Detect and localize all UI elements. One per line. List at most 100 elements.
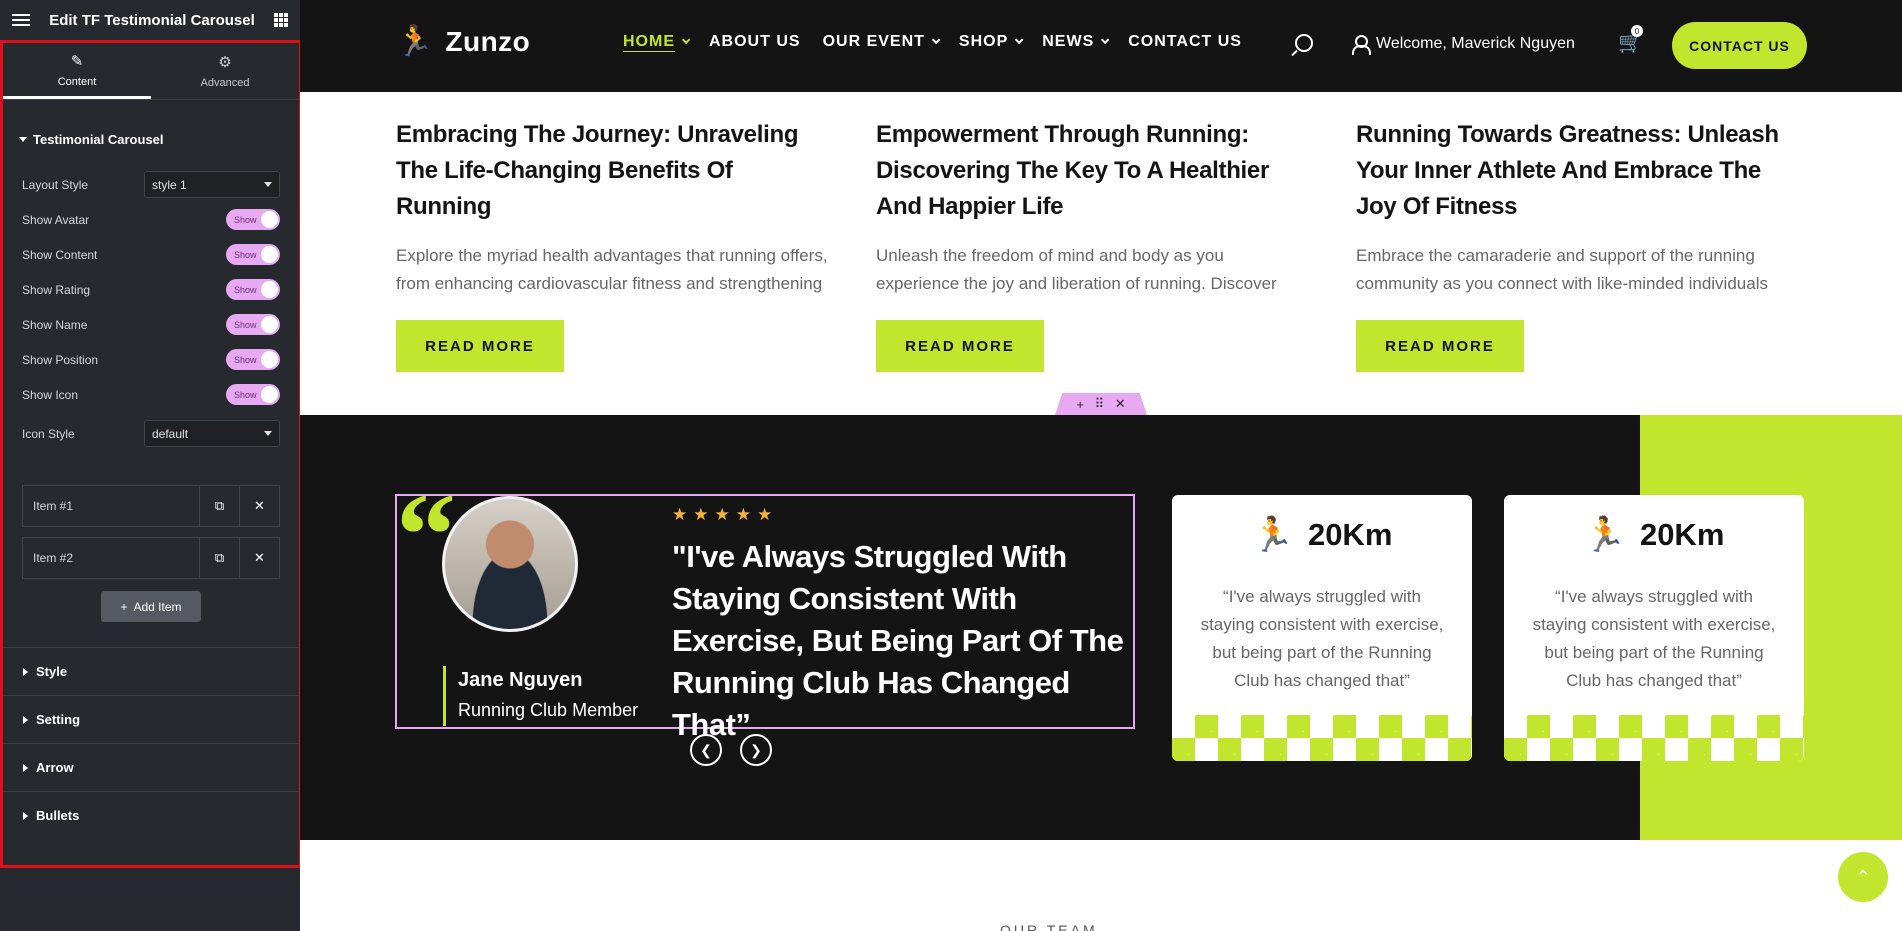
editor-panel: Edit TF Testimonial Carousel ✎ Content ⚙… <box>0 0 302 931</box>
site-logo[interactable]: 🏃 Zunzo <box>396 24 530 59</box>
remove-icon[interactable]: ✕ <box>239 538 279 578</box>
add-section-icon[interactable]: + <box>1076 397 1084 412</box>
nav-item-contact[interactable]: CONTACT US <box>1128 33 1242 51</box>
nav-label: CONTACT US <box>1128 33 1242 50</box>
duplicate-icon[interactable]: ⧉ <box>199 486 239 526</box>
tab-content[interactable]: ✎ Content <box>3 43 151 99</box>
testimonial-quote: "I've Always Struggled With Staying Cons… <box>672 539 1124 742</box>
repeater-item[interactable]: Item #2 ⧉ ✕ <box>22 537 280 579</box>
show-icon-toggle[interactable]: Show <box>226 384 280 405</box>
hamburger-menu-icon[interactable] <box>12 14 30 26</box>
repeater-item-label[interactable]: Item #2 <box>23 538 199 578</box>
stat-card-head: 🏃 20Km <box>1504 515 1804 555</box>
toggle-label: Show Rating <box>22 282 91 297</box>
search-icon[interactable] <box>1295 34 1313 52</box>
runner-icon: 🏃 <box>1251 516 1294 554</box>
show-avatar-control: Show Avatar Show <box>3 202 299 237</box>
stat-card-head: 🏃 20Km <box>1172 515 1472 555</box>
runner-logo-icon: 🏃 <box>396 25 434 58</box>
read-more-button[interactable]: READ MORE <box>876 320 1044 372</box>
delete-section-icon[interactable]: ✕ <box>1115 396 1126 412</box>
testimonial-section: “ Jane Nguyen Running Club Member ★★★★★ … <box>300 415 1902 840</box>
read-more-button[interactable]: READ MORE <box>396 320 564 372</box>
star-icon: ★ <box>693 505 715 524</box>
star-icon: ★ <box>672 505 694 524</box>
toggle-knob <box>261 281 278 298</box>
toggle-label: Show Avatar <box>22 212 90 227</box>
section-label: Setting <box>36 712 81 727</box>
chevron-down-icon <box>931 35 941 45</box>
stat-quote: “I've always struggled with staying cons… <box>1200 587 1444 690</box>
chevron-down-icon <box>264 182 272 187</box>
section-handle[interactable]: + ⠿ ✕ <box>1055 393 1147 415</box>
star-icon: ★ <box>757 505 779 524</box>
post-title[interactable]: Running Towards Greatness: Unleash Your … <box>1356 117 1790 225</box>
section-label: Style <box>36 664 68 679</box>
prev-arrow-icon[interactable]: ❮ <box>690 734 722 766</box>
nav-item-home[interactable]: HOME <box>623 33 691 51</box>
author-name: Jane Nguyen <box>458 669 583 691</box>
remove-icon[interactable]: ✕ <box>239 486 279 526</box>
section-label: Arrow <box>36 760 74 775</box>
pencil-icon: ✎ <box>70 52 84 70</box>
nav-label: SHOP <box>958 33 1009 50</box>
user-icon <box>1352 35 1371 55</box>
layout-style-label: Layout Style <box>22 177 89 192</box>
layout-style-control: Layout Style style 1 <box>3 167 299 202</box>
caret-right-icon <box>23 763 28 772</box>
read-more-button[interactable]: READ MORE <box>1356 320 1524 372</box>
show-name-toggle[interactable]: Show <box>226 314 280 335</box>
layout-style-value: style 1 <box>152 177 187 192</box>
icon-style-value: default <box>152 426 189 441</box>
tab-content-label: Content <box>57 75 97 88</box>
show-avatar-toggle[interactable]: Show <box>226 209 280 230</box>
nav-label: HOME <box>623 33 675 50</box>
testimonial-author: Jane Nguyen Running Club Member <box>443 666 638 726</box>
section-title: Testimonial Carousel <box>33 132 164 147</box>
section-style[interactable]: Style <box>3 647 299 695</box>
contact-us-button[interactable]: CONTACT US <box>1672 22 1807 69</box>
show-position-toggle[interactable]: Show <box>226 349 280 370</box>
show-position-control: Show Position Show <box>3 342 299 377</box>
account-link[interactable]: Welcome, Maverick Nguyen <box>1352 35 1575 55</box>
scroll-to-top-icon[interactable]: ⌃ <box>1838 852 1888 902</box>
next-arrow-icon[interactable]: ❯ <box>740 734 772 766</box>
testimonial-card[interactable]: Jane Nguyen Running Club Member ★★★★★ "I… <box>395 494 1135 742</box>
show-content-toggle[interactable]: Show <box>226 244 280 265</box>
chevron-down-icon <box>1015 35 1024 45</box>
post-title[interactable]: Empowerment Through Running: Discovering… <box>876 117 1310 225</box>
section-label: Bullets <box>36 808 80 823</box>
site-preview: 🏃 Zunzo HOME ABOUT US OUR EVENT SHOP NEW… <box>300 0 1902 931</box>
nav-item-shop[interactable]: SHOP <box>958 33 1024 51</box>
plus-icon: + <box>120 599 128 614</box>
chevron-down-icon <box>1101 35 1110 45</box>
caret-right-icon <box>23 811 28 820</box>
section-testimonial-carousel[interactable]: Testimonial Carousel <box>3 100 299 167</box>
duplicate-icon[interactable]: ⧉ <box>199 538 239 578</box>
toggle-knob <box>261 351 278 368</box>
nav-label: OUR EVENT <box>822 33 925 50</box>
checker-pattern <box>1504 715 1804 761</box>
show-rating-toggle[interactable]: Show <box>226 279 280 300</box>
nav-item-our-event[interactable]: OUR EVENT <box>822 33 941 51</box>
repeater-item-label[interactable]: Item #1 <box>23 486 199 526</box>
editor-header: Edit TF Testimonial Carousel <box>0 0 300 40</box>
section-eyebrow: OUR TEAM <box>1000 922 1098 931</box>
nav-label: ABOUT US <box>709 33 801 50</box>
nav-item-news[interactable]: NEWS <box>1042 33 1110 51</box>
layout-style-select[interactable]: style 1 <box>144 171 280 198</box>
drag-handle-icon[interactable]: ⠿ <box>1095 396 1105 412</box>
add-item-button[interactable]: + Add Item <box>101 591 201 622</box>
section-setting[interactable]: Setting <box>3 695 299 743</box>
main-nav: HOME ABOUT US OUR EVENT SHOP NEWS CONTAC… <box>623 33 1242 51</box>
checker-pattern <box>1172 715 1472 761</box>
section-arrow[interactable]: Arrow <box>3 743 299 791</box>
repeater-item[interactable]: Item #1 ⧉ ✕ <box>22 485 280 527</box>
tab-advanced[interactable]: ⚙ Advanced <box>151 43 299 99</box>
widgets-grid-icon[interactable] <box>274 13 288 27</box>
section-bullets[interactable]: Bullets <box>3 791 299 839</box>
nav-item-about[interactable]: ABOUT US <box>709 33 801 51</box>
post-title[interactable]: Embracing The Journey: Unraveling The Li… <box>396 117 830 225</box>
logo-text: Zunzo <box>445 25 531 57</box>
icon-style-select[interactable]: default <box>144 420 280 447</box>
